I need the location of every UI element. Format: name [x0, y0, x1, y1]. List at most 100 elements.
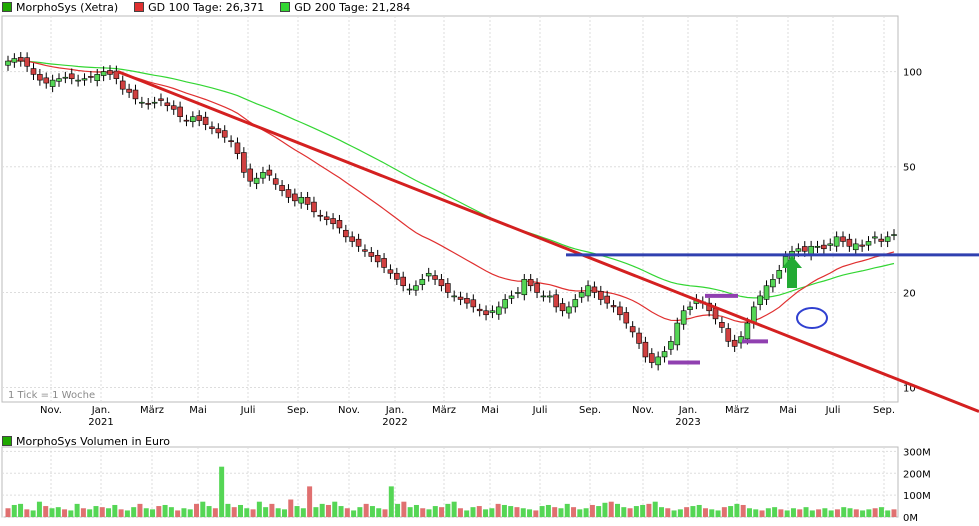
volume-bar — [432, 506, 438, 517]
candle-body — [62, 76, 69, 79]
candle-body — [559, 303, 566, 312]
volume-bar — [93, 506, 99, 517]
candle-body — [132, 89, 139, 100]
candle-body — [546, 295, 553, 298]
volume-bar — [263, 507, 269, 517]
candle-body — [298, 197, 305, 204]
volume-bar — [816, 509, 822, 517]
volume-bar — [702, 508, 708, 517]
volume-bar — [36, 501, 42, 517]
candle-body — [49, 79, 56, 87]
x-tick-label: Nov. — [338, 405, 360, 416]
candle-body — [381, 258, 387, 268]
volume-bar — [395, 503, 401, 517]
candle-body — [68, 73, 75, 79]
candle-body — [451, 295, 457, 298]
x-tick-label: Juli — [240, 405, 256, 416]
volume-bar — [162, 504, 168, 517]
candle-body — [88, 76, 94, 78]
candle-body — [228, 140, 234, 143]
volume-bar — [344, 508, 350, 517]
volume-bar — [841, 507, 847, 517]
volume-bar — [187, 509, 193, 517]
volume-bar — [803, 507, 809, 517]
volume-bar — [181, 508, 187, 517]
volume-bar — [508, 506, 514, 517]
candle-body — [145, 103, 152, 105]
candle-body — [878, 238, 885, 242]
volume-bar — [527, 509, 533, 517]
candle-body — [374, 255, 381, 263]
candle-body — [368, 252, 375, 257]
candle-body — [617, 306, 623, 316]
candle-body — [527, 279, 534, 287]
volume-bar — [300, 508, 306, 517]
candle-body — [247, 168, 254, 182]
candle-body — [279, 185, 285, 191]
volume-bar — [564, 503, 570, 517]
volume-bar — [728, 506, 734, 517]
vol-y-tick-label: 100M — [903, 491, 931, 502]
volume-bar — [357, 507, 363, 517]
candle-body — [464, 298, 470, 304]
candle-body — [489, 310, 496, 313]
candle-body — [687, 306, 693, 310]
volume-bar — [891, 509, 897, 517]
volume-bar — [596, 506, 602, 517]
volume-bar — [200, 501, 206, 517]
volume-bar — [231, 507, 237, 517]
candle-body — [534, 283, 540, 293]
candle-body — [457, 296, 464, 300]
candle-body — [241, 152, 247, 173]
candle-body — [419, 279, 426, 285]
candle-body — [209, 126, 215, 129]
volume-bar — [401, 501, 407, 517]
candle-body — [668, 341, 674, 350]
candle-body — [196, 115, 203, 121]
volume-bar — [690, 506, 696, 517]
candle-body — [610, 305, 617, 308]
volume-bar — [382, 509, 388, 517]
candle-body — [292, 193, 298, 202]
volume-bar — [68, 510, 74, 517]
volume-bar — [338, 506, 344, 517]
volume-bar — [307, 486, 313, 517]
candle-body — [43, 77, 50, 84]
volume-bar — [633, 506, 639, 517]
volume-bar — [237, 504, 243, 517]
volume-bar — [878, 507, 884, 517]
candle-body — [744, 322, 751, 340]
candle-body — [343, 229, 349, 238]
candle-body — [30, 68, 37, 75]
candle-body — [801, 246, 808, 252]
volume-bar — [489, 508, 495, 517]
x-tick-label: Jan. — [385, 405, 405, 416]
volume-bar — [55, 507, 61, 517]
volume-bar — [206, 506, 212, 517]
volume-bar — [363, 503, 369, 517]
volume-bar — [476, 506, 482, 517]
volume-bar — [539, 506, 545, 517]
volume-bar — [457, 508, 463, 517]
volume-bar — [106, 508, 112, 517]
volume-bar — [124, 510, 130, 517]
candle-body — [629, 326, 636, 333]
volume-bar — [256, 501, 262, 517]
volume-bar — [451, 501, 457, 517]
vol-y-tick-label: 0M — [903, 513, 918, 524]
candle-body — [81, 78, 88, 81]
volume-bar — [80, 508, 86, 517]
volume-bar — [388, 486, 394, 517]
year-label: 2021 — [88, 417, 113, 428]
candle-body — [496, 306, 502, 315]
x-tick-label: Nov. — [632, 405, 654, 416]
volume-bar — [150, 509, 156, 517]
volume-bar — [552, 507, 558, 517]
volume-bar — [621, 507, 627, 517]
volume-bar — [652, 501, 658, 517]
volume-bar — [715, 510, 721, 517]
volume-bar — [24, 509, 30, 517]
candle-body — [476, 308, 483, 312]
candle-body — [75, 79, 81, 82]
volume-bar — [62, 509, 68, 517]
